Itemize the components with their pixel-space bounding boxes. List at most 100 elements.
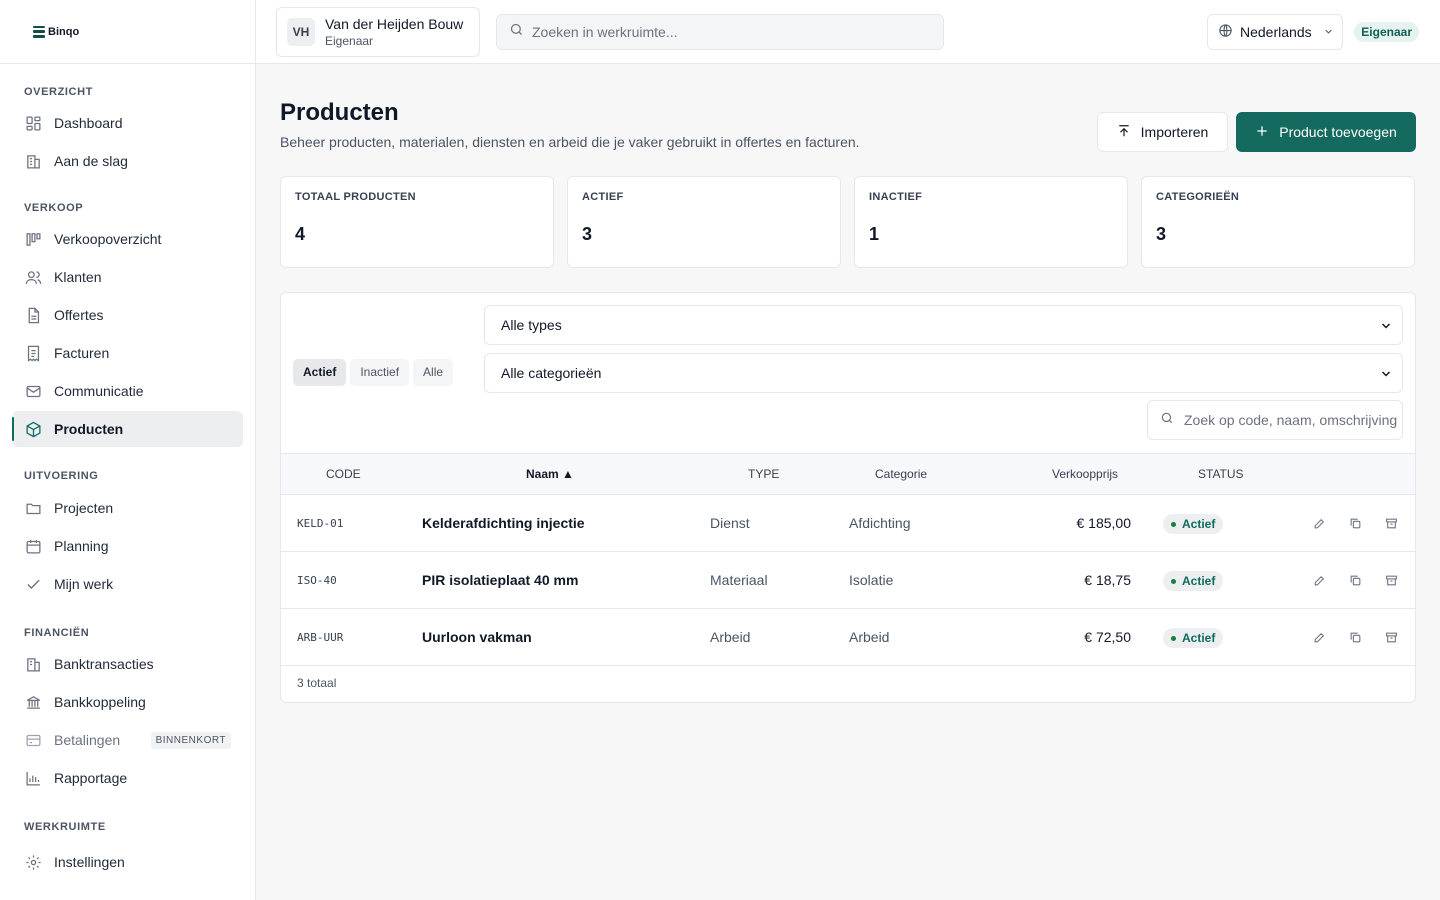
duplicate-icon[interactable] xyxy=(1347,572,1363,588)
language-select[interactable]: Nederlands xyxy=(1207,14,1343,50)
users-icon xyxy=(24,268,42,286)
sidebar-item-label: Offertes xyxy=(54,307,104,323)
sidebar-item-label: Producten xyxy=(54,421,124,437)
page-title: Producten xyxy=(280,99,399,126)
filter-inactief[interactable]: Inactief xyxy=(350,359,410,386)
duplicate-icon[interactable] xyxy=(1347,515,1363,531)
sidebar-item-mijn-werk[interactable]: Mijn werk xyxy=(12,566,243,602)
sidebar-item-aan-de-slag[interactable]: Aan de slag xyxy=(12,143,243,179)
add-product-button[interactable]: Product toevoegen xyxy=(1236,112,1416,152)
language-label: Nederlands xyxy=(1240,24,1312,40)
cell-code: KELD-01 xyxy=(297,517,344,530)
sidebar-item-klanten[interactable]: Klanten xyxy=(12,259,243,295)
edit-icon[interactable] xyxy=(1311,515,1327,531)
stat-card-total: TOTAAL PRODUCTEN 4 xyxy=(280,176,554,268)
table-row[interactable]: ARB-UUR Uurloon vakman Arbeid Arbeid € 7… xyxy=(281,609,1415,666)
archive-icon[interactable] xyxy=(1383,629,1399,645)
workspace-switcher[interactable]: VH Van der Heijden Bouw Eigenaar xyxy=(276,7,480,57)
stats-row: TOTAAL PRODUCTEN 4 ACTIEF 3 INACTIEF 1 C… xyxy=(280,176,1416,268)
sidebar-item-planning[interactable]: Planning xyxy=(12,528,243,564)
th-status[interactable]: STATUS xyxy=(1198,467,1244,481)
sidebar-item-instellingen[interactable]: Instellingen xyxy=(12,844,243,880)
sidebar-item-verkoopoverzicht[interactable]: Verkoopoverzicht xyxy=(12,221,243,257)
sidebar-item-label: Banktransacties xyxy=(54,656,154,672)
sidebar-item-betalingen[interactable]: Betalingen BINNENKORT xyxy=(12,722,243,758)
stat-value: 1 xyxy=(869,224,880,244)
stat-value: 3 xyxy=(1156,224,1167,244)
cell-price: € 72,50 xyxy=(1084,629,1131,645)
filter-alle[interactable]: Alle xyxy=(413,359,454,386)
th-code[interactable]: CODE xyxy=(326,467,361,481)
table-header: CODE Naam ▲ TYPE Categorie Verkoopprijs … xyxy=(281,453,1415,495)
sidebar-item-producten[interactable]: Producten xyxy=(12,411,243,447)
sidebar-item-banktransacties[interactable]: Banktransacties xyxy=(12,646,243,682)
sidebar-item-label: Facturen xyxy=(54,345,110,361)
table-row[interactable]: ISO-40 PIR isolatieplaat 40 mm Materiaal… xyxy=(281,552,1415,609)
edit-icon[interactable] xyxy=(1311,629,1327,645)
filter-actief[interactable]: Actief xyxy=(293,359,347,386)
stat-label: INACTIEF xyxy=(869,191,923,203)
sidebar-item-label: Communicatie xyxy=(54,383,144,399)
import-button-label: Importeren xyxy=(1140,124,1209,140)
sidebar-item-label: Aan de slag xyxy=(54,153,128,169)
calendar-icon xyxy=(24,537,42,555)
th-naam[interactable]: Naam ▲ xyxy=(526,467,574,481)
mail-icon xyxy=(24,382,42,400)
chevron-down-icon xyxy=(1380,319,1392,335)
sidebar-nav: OVERZICHT Dashboard Aan de slag VERKOOP … xyxy=(0,64,255,880)
brand[interactable]: Binqo xyxy=(0,0,255,64)
stat-card-inactive: INACTIEF 1 xyxy=(854,176,1128,268)
sidebar-item-bankkoppeling[interactable]: Bankkoppeling xyxy=(12,684,243,720)
plus-icon xyxy=(1255,124,1269,141)
th-type[interactable]: TYPE xyxy=(748,467,779,481)
stat-label: TOTAAL PRODUCTEN xyxy=(295,191,416,203)
sidebar-item-communicatie[interactable]: Communicatie xyxy=(12,373,243,409)
document-icon xyxy=(24,306,42,324)
sidebar-item-offertes[interactable]: Offertes xyxy=(12,297,243,333)
cell-code: ARB-UUR xyxy=(297,631,344,644)
status-badge: Actief xyxy=(1163,514,1224,534)
box-icon xyxy=(24,420,42,438)
cell-name[interactable]: PIR isolatieplaat 40 mm xyxy=(422,572,578,588)
archive-icon[interactable] xyxy=(1383,515,1399,531)
sidebar: Binqo OVERZICHT Dashboard Aan de slag VE… xyxy=(0,0,256,900)
cell-category: Afdichting xyxy=(849,515,911,531)
status-dot xyxy=(1171,635,1176,641)
brand-name: Binqo xyxy=(48,25,80,38)
workspace-avatar: VH xyxy=(287,18,315,46)
status-dot xyxy=(1171,578,1176,584)
stat-label: ACTIEF xyxy=(582,191,624,203)
sidebar-item-label: Mijn werk xyxy=(54,576,114,592)
workspace-search-input[interactable]: Zoeken in werkruimte... xyxy=(496,14,944,50)
edit-icon[interactable] xyxy=(1311,572,1327,588)
workspace-role: Eigenaar xyxy=(325,34,374,48)
th-categorie[interactable]: Categorie xyxy=(875,467,927,481)
th-verkoopprijs[interactable]: Verkoopprijs xyxy=(1052,467,1118,481)
product-search-input[interactable]: Zoek op code, naam, omschrijving xyxy=(1147,400,1403,440)
category-select[interactable]: Alle categorieën xyxy=(484,353,1403,393)
sidebar-item-label: Projecten xyxy=(54,500,114,516)
bar-chart-icon xyxy=(24,769,42,787)
stat-value: 3 xyxy=(582,224,593,244)
sidebar-item-dashboard[interactable]: Dashboard xyxy=(12,105,243,141)
sidebar-item-rapportage[interactable]: Rapportage xyxy=(12,760,243,796)
cell-name[interactable]: Uurloon vakman xyxy=(422,629,532,645)
sidebar-item-projecten[interactable]: Projecten xyxy=(12,490,243,526)
receipt-icon xyxy=(24,344,42,362)
sidebar-item-facturen[interactable]: Facturen xyxy=(12,335,243,371)
status-dot xyxy=(1171,521,1176,527)
section-overzicht: OVERZICHT xyxy=(24,86,93,98)
cell-code: ISO-40 xyxy=(297,574,337,587)
archive-icon[interactable] xyxy=(1383,572,1399,588)
type-select[interactable]: Alle types xyxy=(484,305,1403,345)
section-verkoop: VERKOOP xyxy=(24,202,84,214)
table-row[interactable]: KELD-01 Kelderafdichting injectie Dienst… xyxy=(281,495,1415,552)
duplicate-icon[interactable] xyxy=(1347,629,1363,645)
import-button[interactable]: Importeren xyxy=(1097,112,1228,152)
gear-icon xyxy=(24,853,42,871)
sidebar-item-label: Bankkoppeling xyxy=(54,694,146,710)
upload-icon xyxy=(1117,124,1131,141)
cell-name[interactable]: Kelderafdichting injectie xyxy=(422,515,585,531)
type-select-value: Alle types xyxy=(501,317,562,333)
bank-icon xyxy=(24,693,42,711)
